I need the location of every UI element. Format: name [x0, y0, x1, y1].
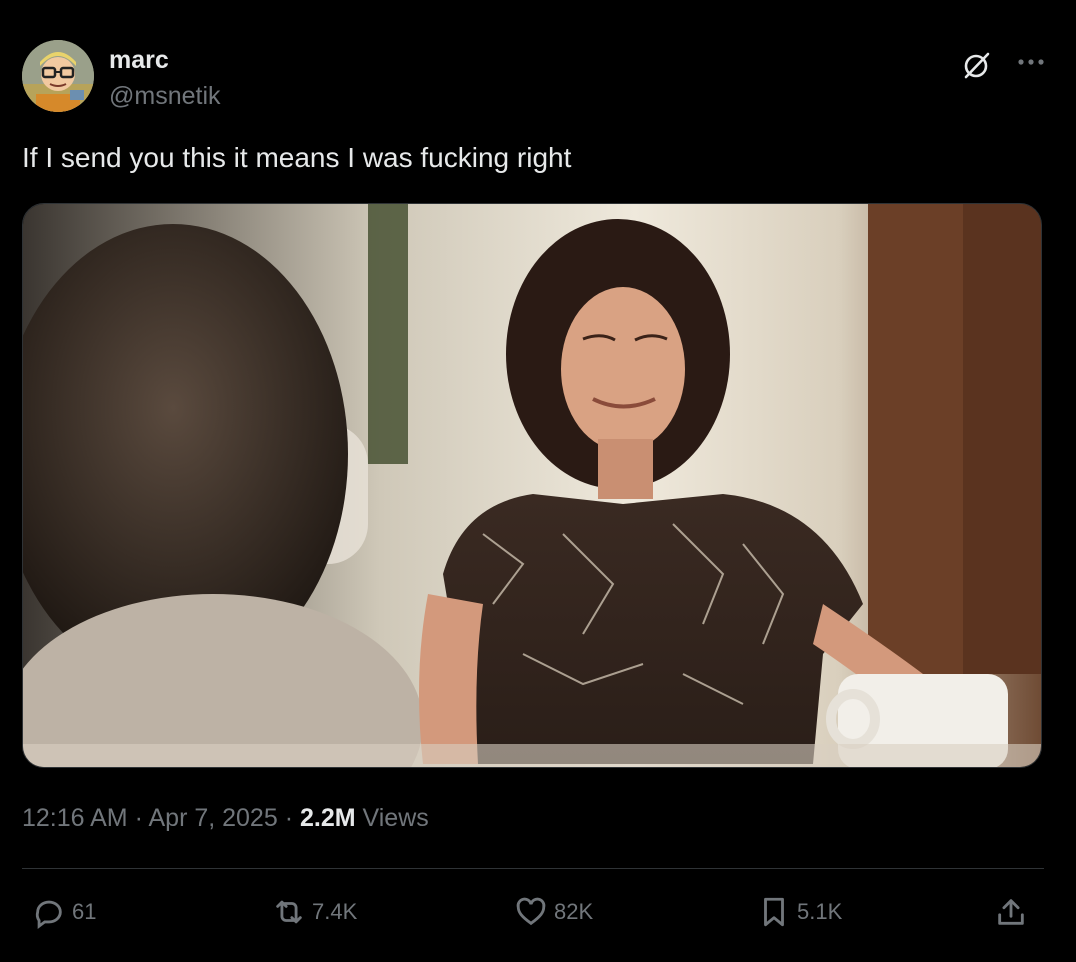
- tweet-date[interactable]: Apr 7, 2025: [148, 804, 277, 832]
- more-dots-icon[interactable]: [1016, 52, 1046, 72]
- repost-icon: [276, 900, 302, 924]
- media-image: [23, 204, 1041, 767]
- bookmark-button[interactable]: 5.1K: [757, 890, 842, 934]
- avatar[interactable]: [22, 40, 94, 112]
- reply-icon: [35, 900, 62, 929]
- meta-separator: ·: [127, 804, 149, 832]
- reply-count: 61: [72, 899, 97, 924]
- tweet-meta: 12:16 AM · Apr 7, 2025 · 2.2M Views: [22, 804, 429, 833]
- user-handle[interactable]: @msnetik: [109, 82, 221, 111]
- share-icon: [998, 899, 1024, 925]
- like-count: 82K: [554, 899, 594, 924]
- display-name[interactable]: marc: [109, 46, 169, 75]
- tweet: marc @msnetik If I send you this it mean…: [0, 0, 1076, 962]
- bookmark-count: 5.1K: [797, 899, 843, 924]
- like-icon: [516, 897, 546, 926]
- tweet-text: If I send you this it means I was fuckin…: [22, 142, 572, 173]
- reply-button[interactable]: 61: [32, 890, 96, 934]
- cartoon-avatar-icon: [22, 40, 94, 112]
- views-label: Views: [355, 804, 429, 832]
- like-button[interactable]: 82K: [514, 890, 593, 934]
- bookmark-icon: [764, 897, 784, 927]
- repost-button[interactable]: 7.4K: [272, 890, 357, 934]
- share-button[interactable]: [994, 890, 1034, 934]
- action-bar: 61 7.4K 82K 5.1K: [22, 890, 1044, 934]
- divider: [22, 868, 1044, 869]
- views-count: 2.2M: [299, 804, 356, 832]
- grok-icon[interactable]: [962, 50, 992, 80]
- tweet-media[interactable]: [22, 203, 1042, 768]
- repost-count: 7.4K: [312, 899, 358, 924]
- tweet-time[interactable]: 12:16 AM: [22, 804, 128, 832]
- tweet-header: marc @msnetik: [22, 40, 1046, 114]
- meta-separator: ·: [277, 804, 300, 832]
